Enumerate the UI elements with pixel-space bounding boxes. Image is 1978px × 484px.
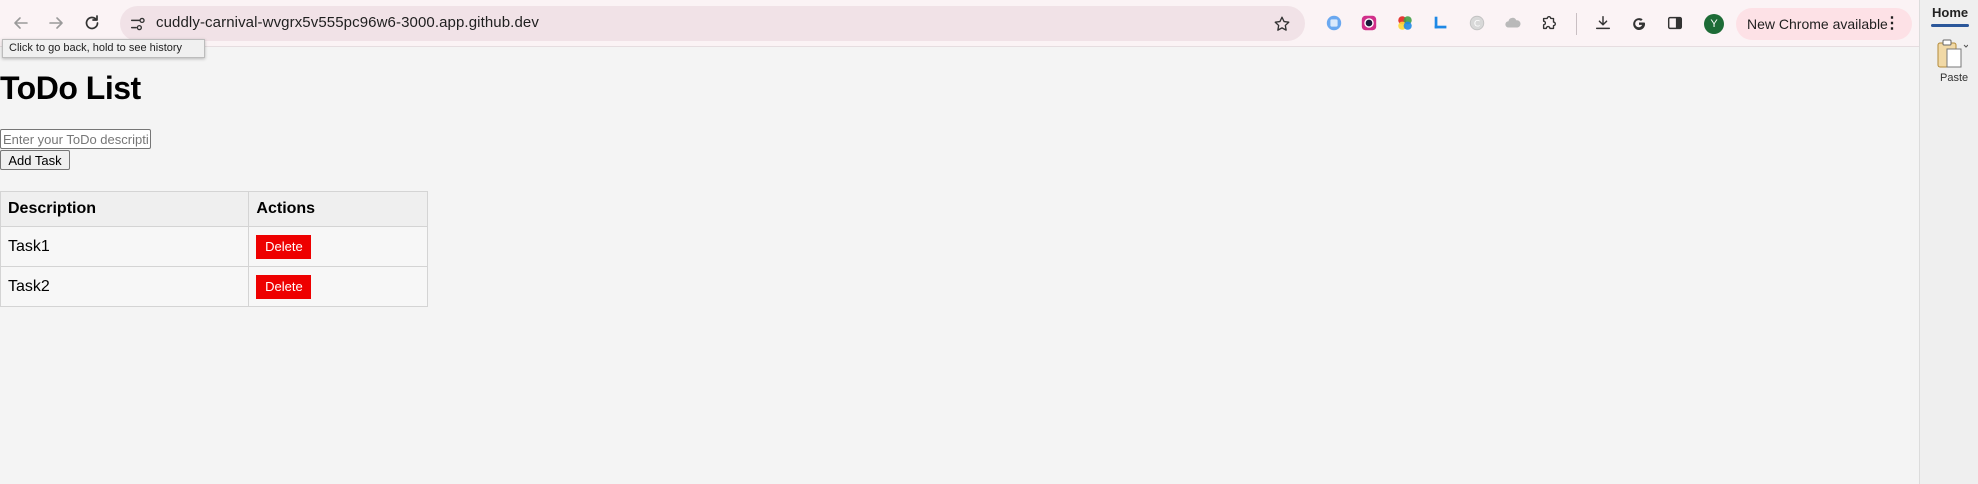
- forward-button[interactable]: [43, 10, 69, 36]
- office-side-panel: Home Paste: [1919, 0, 1978, 484]
- cloud-extension-icon[interactable]: [1503, 13, 1523, 33]
- task-description: Task1: [0, 226, 250, 267]
- new-chrome-label: New Chrome available: [1747, 16, 1888, 32]
- delete-button[interactable]: Delete: [256, 234, 312, 259]
- translate-extension-icon[interactable]: [1324, 13, 1344, 33]
- google-icon[interactable]: [1629, 13, 1649, 33]
- add-task-button[interactable]: Add Task: [0, 150, 70, 170]
- table-row: Task2 Delete: [0, 266, 428, 307]
- reload-icon: [85, 15, 99, 30]
- browser-toolbar: cuddly-carnival-wvgrx5v555pc96w6-3000.ap…: [0, 0, 1919, 47]
- forward-arrow-icon: [49, 17, 63, 29]
- back-button[interactable]: [8, 10, 34, 36]
- paste-icon[interactable]: [1936, 37, 1968, 71]
- new-chrome-available-button[interactable]: New Chrome available ⋮: [1736, 8, 1912, 40]
- color-wheel-extension-icon[interactable]: [1395, 13, 1415, 33]
- bookmark-star-icon[interactable]: [1271, 13, 1293, 35]
- todo-description-input[interactable]: [0, 129, 151, 149]
- svg-text:C: C: [1474, 20, 1480, 30]
- address-bar[interactable]: cuddly-carnival-wvgrx5v555pc96w6-3000.ap…: [120, 6, 1305, 41]
- paste-label: Paste: [1940, 72, 1969, 84]
- back-arrow-icon: [14, 17, 28, 29]
- page-title: ToDo List: [0, 70, 141, 106]
- task-description: Task2: [0, 266, 250, 307]
- task-actions-cell: Delete: [248, 226, 428, 267]
- task-actions-cell: Delete: [248, 266, 428, 307]
- download-icon[interactable]: [1593, 13, 1613, 33]
- url-text: cuddly-carnival-wvgrx5v555pc96w6-3000.ap…: [156, 14, 539, 31]
- page-content: ToDo List Add Task Description Actions T…: [0, 48, 1919, 484]
- tab-home[interactable]: Home: [1932, 5, 1968, 20]
- table-row: Task1 Delete: [0, 226, 428, 267]
- delete-button[interactable]: Delete: [256, 274, 312, 299]
- toolbar-separator: [1576, 13, 1577, 35]
- column-header-actions: Actions: [248, 191, 428, 227]
- table-header-row: Description Actions: [0, 191, 428, 227]
- site-settings-icon[interactable]: [128, 14, 148, 34]
- chart-extension-icon[interactable]: [1431, 13, 1451, 33]
- side-panel-icon[interactable]: [1665, 13, 1685, 33]
- tab-home-indicator: [1931, 24, 1969, 27]
- column-header-description: Description: [0, 191, 250, 227]
- puzzle-icon[interactable]: [1539, 13, 1559, 33]
- camera-extension-icon[interactable]: [1359, 13, 1379, 33]
- profile-avatar[interactable]: Y: [1704, 14, 1724, 34]
- more-options-icon: ⋮: [1884, 15, 1900, 32]
- grey-circle-extension-icon[interactable]: C: [1467, 13, 1487, 33]
- reload-button[interactable]: [79, 10, 105, 36]
- tasks-table: Description Actions Task1 Delete Task2 D…: [0, 191, 428, 307]
